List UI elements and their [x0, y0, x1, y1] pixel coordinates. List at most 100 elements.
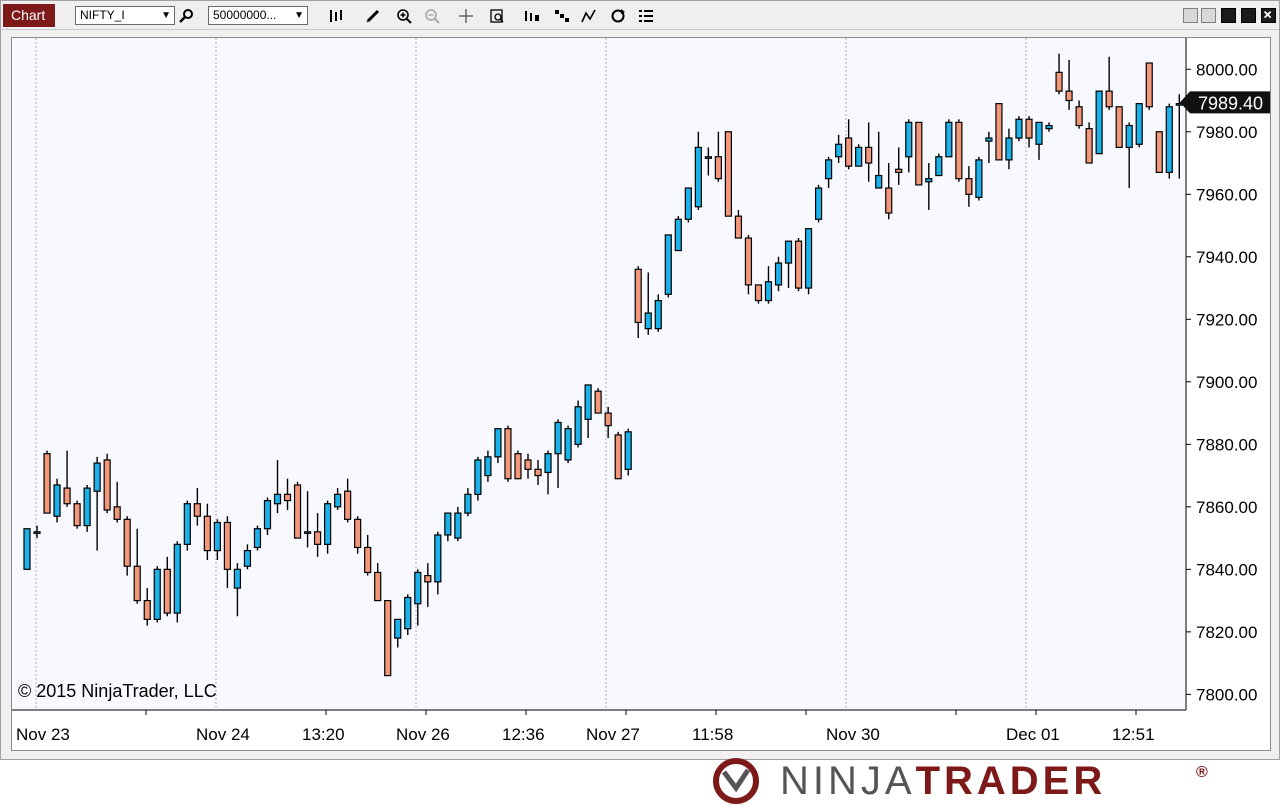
candle-down[interactable] — [364, 546, 372, 574]
candle-up[interactable] — [804, 228, 813, 289]
candle-up[interactable] — [664, 234, 672, 295]
candle-down[interactable] — [1025, 118, 1033, 139]
candle-down[interactable] — [524, 459, 532, 470]
candle-down[interactable] — [915, 121, 923, 186]
candle-down[interactable] — [133, 565, 141, 602]
candle-up[interactable] — [784, 240, 793, 264]
candle-up[interactable] — [704, 156, 712, 159]
candle-up[interactable] — [303, 531, 312, 534]
candle-up[interactable] — [674, 218, 682, 252]
candle-up[interactable] — [684, 187, 692, 220]
candle-down[interactable] — [1105, 90, 1113, 108]
candle-up[interactable] — [263, 499, 272, 530]
candle-down[interactable] — [73, 503, 81, 527]
candle-up[interactable] — [574, 406, 582, 445]
candle-down[interactable] — [63, 487, 71, 505]
candle-down[interactable] — [965, 178, 973, 195]
candle-up[interactable] — [324, 503, 332, 545]
candle-down[interactable] — [995, 103, 1003, 161]
candle-up[interactable] — [824, 159, 833, 180]
candle-down[interactable] — [1145, 62, 1153, 108]
candle-down[interactable] — [424, 574, 432, 583]
candle-up[interactable] — [213, 521, 221, 552]
candle-up[interactable] — [975, 159, 983, 199]
chart-style-icon[interactable] — [552, 6, 572, 25]
maximize-button[interactable] — [1241, 8, 1256, 23]
candle-up[interactable] — [93, 462, 101, 492]
candle-up[interactable] — [855, 146, 863, 167]
candle-up[interactable] — [243, 549, 252, 567]
candle-down[interactable] — [374, 571, 382, 602]
candle-up[interactable] — [985, 137, 993, 142]
candle-down[interactable] — [344, 490, 352, 520]
candle-down[interactable] — [604, 412, 612, 427]
candle-down[interactable] — [113, 506, 121, 520]
candle-down[interactable] — [634, 268, 642, 324]
candle-up[interactable] — [1125, 124, 1133, 148]
candle-down[interactable] — [865, 146, 873, 164]
pencil-icon[interactable] — [363, 6, 383, 25]
candle-up[interactable] — [644, 312, 652, 330]
candle-down[interactable] — [794, 240, 803, 289]
candle-up[interactable] — [774, 262, 783, 286]
chart-panel[interactable]: 7800.00 7820.00 7840.00 7860.00 7880.00 7900.… — [11, 37, 1271, 751]
candle-up[interactable] — [564, 428, 572, 461]
crosshair-icon[interactable] — [456, 6, 476, 25]
candle-up[interactable] — [404, 596, 412, 630]
candle-down[interactable] — [1155, 131, 1163, 173]
candle-up[interactable] — [173, 543, 181, 614]
candle-down[interactable] — [885, 187, 893, 214]
zoom-out-icon[interactable] — [422, 6, 442, 25]
candle-down[interactable] — [1075, 106, 1083, 127]
data-box-icon[interactable] — [487, 6, 507, 25]
candle-up[interactable] — [875, 174, 883, 189]
candle-up[interactable] — [554, 421, 562, 455]
candle-down[interactable] — [614, 434, 622, 480]
candle-up[interactable] — [454, 512, 462, 539]
candle-down[interactable] — [293, 484, 302, 539]
candle-up[interactable] — [153, 568, 161, 620]
restore-button[interactable] — [1221, 8, 1236, 23]
candle-up[interactable] — [474, 459, 482, 495]
candle-down[interactable] — [123, 518, 131, 567]
bar-spacing-icon[interactable] — [522, 6, 542, 25]
candle-up[interactable] — [814, 187, 823, 220]
candle-up[interactable] — [394, 618, 402, 639]
candle-up[interactable] — [494, 428, 502, 458]
candle-up[interactable] — [654, 299, 662, 330]
candle-up[interactable] — [183, 503, 191, 545]
candle-down[interactable] — [193, 503, 201, 517]
candle-down[interactable] — [1065, 90, 1073, 102]
price-chart[interactable]: 7800.00 7820.00 7840.00 7860.00 7880.00 7900.… — [12, 38, 1270, 750]
candle-down[interactable] — [714, 156, 722, 180]
candle-down[interactable] — [754, 284, 763, 302]
candle-down[interactable] — [845, 137, 853, 167]
candle-up[interactable] — [905, 121, 913, 158]
candle-down[interactable] — [734, 215, 743, 239]
candle-down[interactable] — [163, 568, 171, 614]
candle-up[interactable] — [434, 534, 442, 583]
candle-up[interactable] — [1045, 124, 1053, 130]
refresh-icon[interactable] — [608, 6, 628, 25]
candle-up[interactable] — [764, 281, 773, 302]
candle-up[interactable] — [334, 493, 342, 508]
close-button[interactable] — [1261, 8, 1276, 23]
candle-up[interactable] — [694, 146, 702, 208]
indicators-icon[interactable] — [579, 6, 599, 25]
candle-up[interactable] — [414, 571, 422, 605]
candle-up[interactable] — [1135, 103, 1143, 145]
candle-up[interactable] — [1015, 118, 1023, 139]
candle-up[interactable] — [273, 493, 282, 505]
candle-up[interactable] — [835, 143, 843, 158]
candle-up[interactable] — [53, 484, 61, 517]
candle-up[interactable] — [484, 456, 492, 477]
candle-up[interactable] — [624, 431, 632, 470]
search-icon[interactable] — [177, 6, 197, 25]
candle-down[interactable] — [504, 428, 512, 480]
candle-down[interactable] — [1085, 128, 1093, 164]
candle-up[interactable] — [1165, 106, 1173, 173]
candle-down[interactable] — [724, 131, 733, 217]
tab-chart[interactable]: Chart — [3, 4, 55, 27]
candle-down[interactable] — [1055, 71, 1063, 92]
candle-up[interactable] — [83, 487, 91, 527]
